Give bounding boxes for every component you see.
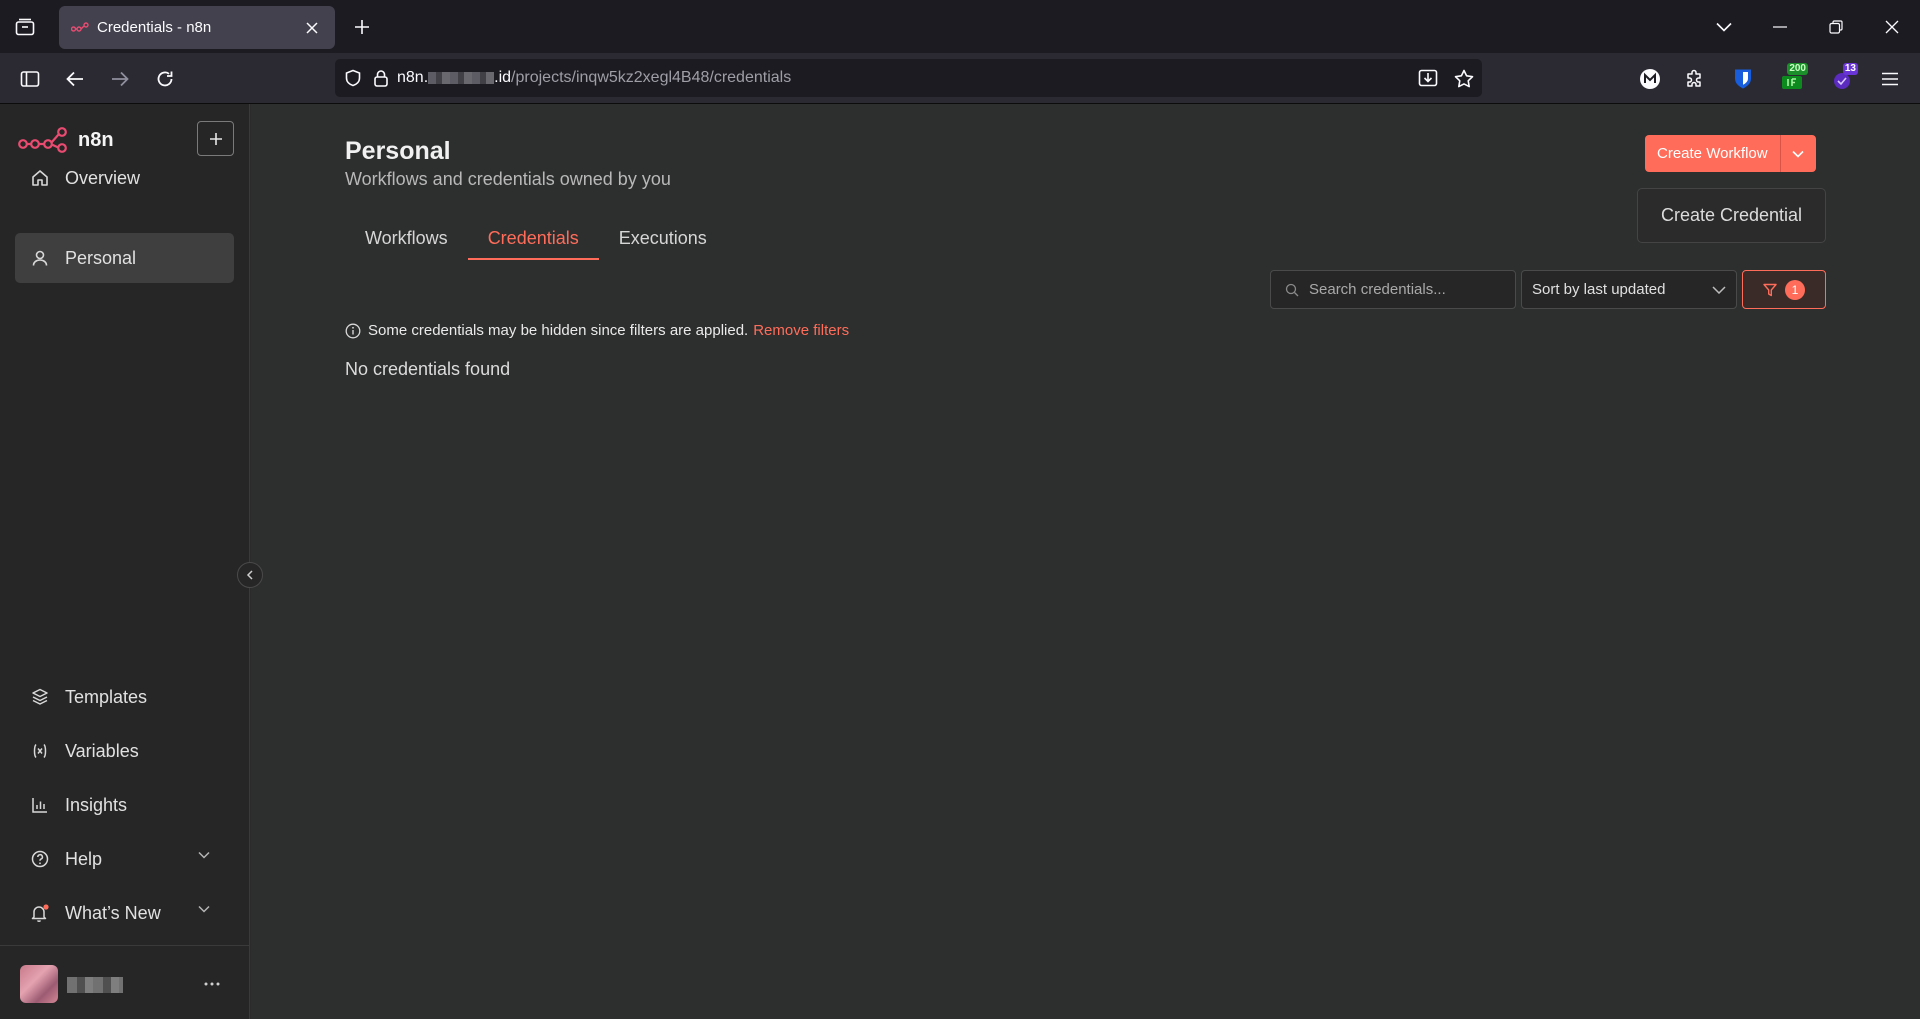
n8n-favicon-icon [71, 21, 89, 32]
remove-filters-link[interactable]: Remove filters [753, 322, 849, 339]
sidebar-item-whats-new[interactable]: What’s New [15, 888, 234, 938]
url-redacted [428, 71, 495, 84]
create-options-toggle[interactable] [1779, 135, 1816, 172]
sidebar-item-overview[interactable]: Overview [15, 153, 234, 203]
tab-close-icon[interactable] [301, 17, 323, 39]
user-menu[interactable] [0, 945, 250, 1019]
sidebar-item-label: Personal [65, 247, 137, 268]
main-content: Personal Workflows and credentials owned… [251, 104, 1920, 1019]
url-text: n8n. .id/projects/inqw5kz2xegl4B48/creden… [397, 69, 792, 86]
sidebar-item-label: Overview [65, 167, 141, 188]
sidebar-item-label: What’s New [65, 902, 161, 923]
extensions-puzzle-icon[interactable] [1679, 63, 1711, 95]
create-workflow-split-button: Create Workflow [1645, 135, 1816, 172]
list-all-tabs-icon[interactable] [1696, 0, 1752, 53]
chevron-down-icon [1792, 150, 1804, 158]
help-icon [30, 849, 50, 869]
n8n-logo[interactable]: n8n [18, 126, 114, 154]
filter-count-badge: 1 [1785, 279, 1805, 300]
more-options-icon[interactable] [200, 972, 224, 996]
n8n-logo-icon [18, 127, 67, 153]
lock-icon[interactable] [371, 59, 391, 97]
info-icon [345, 323, 361, 338]
minimize-icon[interactable] [1752, 0, 1808, 53]
add-button[interactable] [197, 121, 234, 156]
browser-nav-bar: n8n. .id/projects/inqw5kz2xegl4B48/creden… [0, 53, 1920, 104]
sidebar-item-personal[interactable]: Personal [15, 233, 234, 283]
chevron-down-icon [198, 851, 210, 859]
tracking-shield-icon[interactable] [335, 59, 371, 97]
page-title: Personal [345, 137, 451, 165]
bitwarden-shield-icon[interactable] [1727, 63, 1759, 95]
menu-hamburger-icon[interactable] [1874, 63, 1906, 95]
browser-tab-active[interactable]: Credentials - n8n [59, 6, 335, 49]
extension-shield-purple-icon[interactable]: 13 [1826, 63, 1858, 95]
chevron-left-icon [246, 570, 253, 580]
sidebar-item-label: Insights [65, 794, 128, 815]
chevron-down-icon [198, 905, 210, 913]
search-icon [1285, 283, 1299, 296]
templates-icon [30, 687, 50, 707]
search-input[interactable] [1309, 281, 1499, 298]
logo-text: n8n [78, 128, 114, 151]
bell-icon [30, 903, 50, 923]
sidebar-item-label: Help [65, 848, 103, 869]
sort-value: Sort by last updated [1532, 281, 1666, 298]
chevron-down-icon [1712, 285, 1726, 294]
extension-badge-count: 200 [1787, 63, 1808, 75]
forward-icon[interactable] [104, 63, 136, 95]
tab-executions[interactable]: Executions [599, 222, 727, 260]
bookmark-star-icon[interactable] [1446, 59, 1482, 97]
app-sidebar: n8n Overview Personal Templates Variable… [0, 104, 250, 1019]
filter-funnel-icon [1763, 283, 1777, 296]
filter-button[interactable]: 1 [1742, 270, 1826, 309]
insights-icon [30, 795, 50, 815]
plus-icon [209, 132, 222, 145]
sidebar-item-label: Templates [65, 686, 148, 707]
page-subtitle: Workflows and credentials owned by you [345, 169, 671, 189]
variables-icon [30, 741, 50, 761]
reload-icon[interactable] [149, 63, 181, 95]
home-icon [30, 168, 50, 188]
sidebar-item-help[interactable]: Help [15, 834, 234, 884]
user-name-redacted [67, 977, 123, 993]
user-icon [30, 248, 50, 268]
extension-counter-icon[interactable]: 200 [1776, 63, 1808, 95]
tab-workflows[interactable]: Workflows [345, 222, 468, 260]
tab-list-icon[interactable] [10, 12, 40, 42]
sort-select[interactable]: Sort by last updated [1521, 270, 1737, 309]
project-tabs: Workflows Credentials Executions [345, 222, 727, 260]
tab-credentials[interactable]: Credentials [467, 222, 599, 260]
extension-m-icon[interactable] [1634, 63, 1666, 95]
avatar[interactable] [20, 965, 58, 1003]
tab-title: Credentials - n8n [97, 19, 212, 36]
restore-icon[interactable] [1808, 0, 1864, 53]
sidebar-item-label: Variables [65, 740, 139, 761]
create-workflow-button[interactable]: Create Workflow [1645, 135, 1780, 172]
url-bar[interactable]: n8n. .id/projects/inqw5kz2xegl4B48/creden… [335, 59, 1482, 97]
empty-state-text: No credentials found [345, 359, 511, 379]
extension-badge-count-2: 13 [1842, 63, 1858, 75]
sidebar-item-insights[interactable]: Insights [15, 780, 234, 830]
close-window-icon[interactable] [1864, 0, 1920, 53]
browser-tab-bar: Credentials - n8n [0, 0, 1920, 53]
sidebar-toggle-icon[interactable] [14, 63, 46, 95]
back-icon[interactable] [59, 63, 91, 95]
filters-notice: Some credentials may be hidden since fil… [345, 322, 849, 339]
sidebar-item-variables[interactable]: Variables [15, 726, 234, 776]
search-credentials[interactable] [1270, 270, 1516, 309]
collapse-sidebar-button[interactable] [237, 562, 263, 588]
sidebar-item-templates[interactable]: Templates [15, 672, 234, 722]
new-tab-icon[interactable] [348, 13, 376, 41]
notice-text: Some credentials may be hidden since fil… [368, 322, 749, 339]
create-credential-menu-item[interactable]: Create Credential [1637, 188, 1826, 243]
save-to-pocket-icon[interactable] [1410, 59, 1446, 97]
